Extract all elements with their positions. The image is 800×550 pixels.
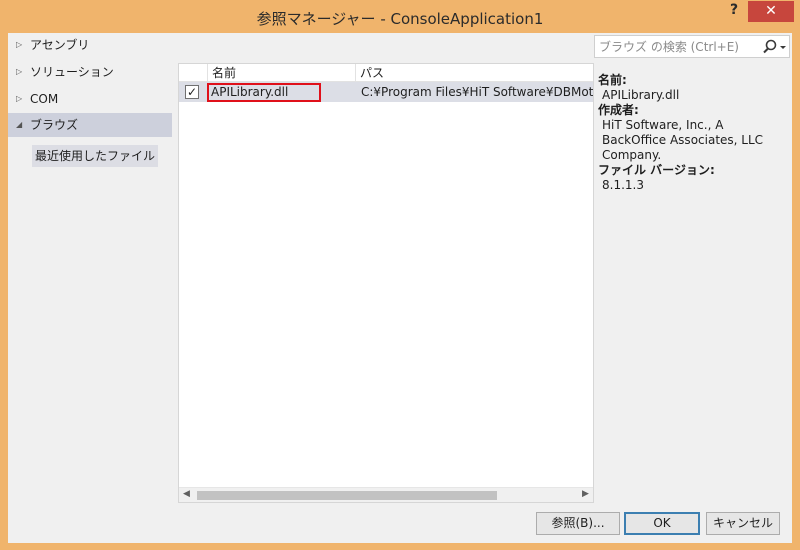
expand-arrow-icon: ▷: [16, 94, 23, 103]
detail-version-label: ファイル バージョン:: [598, 163, 715, 177]
detail-author-value: HiT Software, Inc., A BackOffice Associa…: [602, 118, 764, 162]
table-row[interactable]: ✓ APILibrary.dll C:¥Program Files¥HiT So…: [179, 82, 593, 102]
nav-item-assembly[interactable]: ▷ アセンブリ: [8, 33, 172, 57]
search-icon[interactable]: [761, 38, 789, 56]
ok-button[interactable]: OK: [624, 512, 700, 535]
nav-item-label: COM: [30, 92, 59, 106]
include-checkbox[interactable]: ✓: [185, 85, 199, 99]
column-header-name[interactable]: 名前: [207, 64, 355, 82]
search-box: [594, 35, 790, 58]
help-button[interactable]: ?: [722, 2, 746, 22]
scrollbar-thumb[interactable]: [197, 491, 497, 500]
list-header: 名前 パス: [179, 64, 593, 82]
detail-name-value: APILibrary.dll: [602, 88, 680, 102]
nav-item-com[interactable]: ▷ COM: [8, 87, 172, 111]
nav-item-browse[interactable]: ◢ ブラウズ: [8, 113, 172, 137]
browse-button[interactable]: 参照(B)...: [536, 512, 620, 535]
nav-item-label: アセンブリ: [30, 38, 90, 52]
category-nav: ▷ アセンブリ ▷ ソリューション ▷ COM ◢ ブラウズ 最近使用したファイ…: [8, 33, 176, 503]
row-path: C:¥Program Files¥HiT Software¥DBMoto: [361, 85, 593, 99]
nav-item-label: ブラウズ: [30, 118, 79, 132]
detail-name-label: 名前:: [598, 73, 627, 87]
column-header-path[interactable]: パス: [355, 64, 593, 82]
dialog-client-area: ▷ アセンブリ ▷ ソリューション ▷ COM ◢ ブラウズ 最近使用したファイ…: [8, 33, 792, 543]
title-bar[interactable]: 参照マネージャー - ConsoleApplication1 ? ✕: [0, 0, 800, 33]
collapse-arrow-icon: ◢: [16, 120, 23, 129]
expand-arrow-icon: ▷: [16, 67, 23, 76]
search-input[interactable]: [599, 38, 759, 56]
detail-version-value: 8.1.1.3: [602, 178, 644, 192]
cancel-button[interactable]: キャンセル: [706, 512, 780, 535]
window-title: 参照マネージャー - ConsoleApplication1: [256, 10, 544, 28]
nav-item-label: ソリューション: [30, 65, 114, 79]
annotation-highlight-box: [207, 83, 321, 102]
reference-list: 名前 パス ✓ APILibrary.dll C:¥Program Files¥…: [178, 63, 594, 503]
details-pane: 名前: APILibrary.dll 作成者: HiT Software, In…: [598, 73, 788, 193]
close-button[interactable]: ✕: [748, 1, 794, 22]
nav-item-solution[interactable]: ▷ ソリューション: [8, 60, 172, 84]
scroll-right-icon[interactable]: ▶: [582, 489, 589, 499]
nav-item-recent-files[interactable]: 最近使用したファイル: [32, 145, 159, 167]
horizontal-scrollbar[interactable]: ◀ ▶: [179, 487, 593, 502]
expand-arrow-icon: ▷: [16, 40, 23, 49]
reference-manager-window: 参照マネージャー - ConsoleApplication1 ? ✕ ▷ アセン…: [0, 0, 800, 550]
scroll-left-icon[interactable]: ◀: [183, 489, 190, 499]
detail-author-label: 作成者:: [598, 103, 639, 117]
